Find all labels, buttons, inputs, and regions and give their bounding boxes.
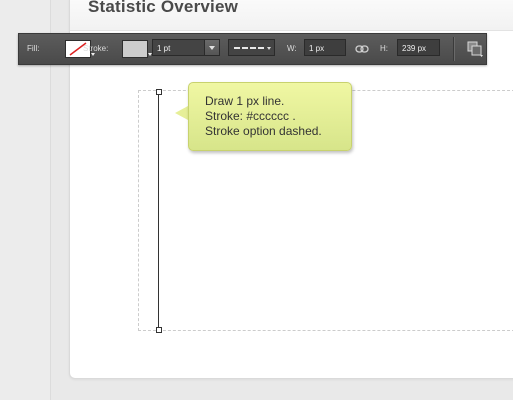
toolbar-separator <box>453 37 455 61</box>
height-label: H: <box>380 44 388 53</box>
card-header: Statistic Overview <box>70 0 513 31</box>
link-icon[interactable] <box>355 44 369 54</box>
tooltip-arrow <box>175 106 188 120</box>
page-title: Statistic Overview <box>88 0 239 16</box>
line-handle-top[interactable] <box>156 89 162 95</box>
vertical-line-shape[interactable] <box>158 92 159 330</box>
line-handle-bottom[interactable] <box>156 327 162 333</box>
stroke-style-select[interactable] <box>228 39 275 56</box>
arrange-icon[interactable] <box>467 41 483 57</box>
instruction-tooltip: Draw 1 px line. Stroke: #cccccc . Stroke… <box>188 82 352 151</box>
stroke-swatch[interactable] <box>122 40 148 58</box>
shape-toolbar: Fill: Stroke: 1 pt W: 1 px H: 239 px <box>18 33 487 65</box>
width-field[interactable]: 1 px <box>304 39 346 56</box>
tooltip-line: Stroke option dashed. <box>205 124 322 138</box>
width-label: W: <box>287 44 297 53</box>
height-field[interactable]: 239 px <box>397 39 440 56</box>
chevron-down-icon <box>267 47 271 50</box>
stroke-width-dropdown-button[interactable] <box>204 39 220 56</box>
stroke-label: Stroke: <box>83 44 109 53</box>
fill-label: Fill: <box>27 44 40 53</box>
dash-style-icon <box>234 47 264 49</box>
tooltip-line: Stroke: #cccccc . <box>205 109 296 123</box>
tooltip-line: Draw 1 px line. <box>205 94 285 108</box>
